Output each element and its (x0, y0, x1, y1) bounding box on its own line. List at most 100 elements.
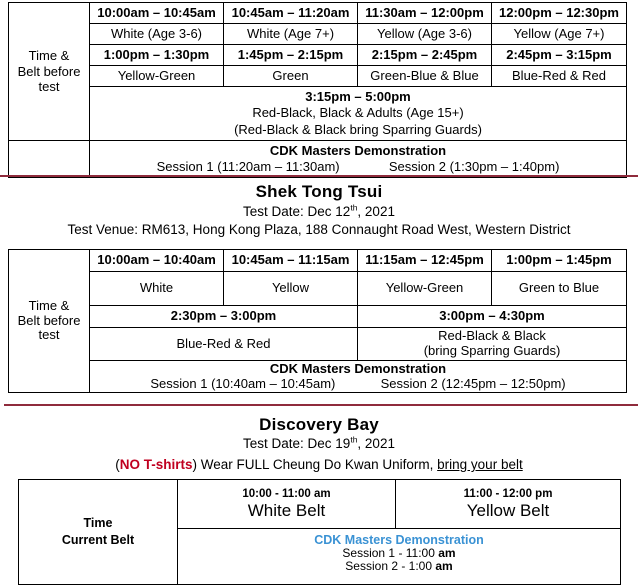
bring-belt-emphasis: bring your belt (437, 457, 523, 472)
belt-cell: Yellow-Green (357, 271, 492, 306)
time-cell: 2:30pm – 3:00pm (89, 305, 358, 328)
section3-row-header: Time Current Belt (18, 479, 178, 585)
belt-cell: Green (223, 65, 358, 87)
test-date-year: , 2021 (357, 204, 395, 219)
slot-belt: White Belt (247, 500, 326, 520)
demo-title: CDK Masters Demonstration (269, 142, 447, 158)
belt-cell: Blue-Red & Red (89, 327, 358, 361)
time-cell: 12:00pm – 12:30pm (491, 2, 627, 24)
demo-session-2-meridiem: am (435, 559, 453, 574)
slot-belt: Yellow Belt (466, 500, 550, 520)
belt-cell-line-2: (bring Sparring Guards) (423, 343, 561, 358)
test-date-year: , 2021 (357, 436, 395, 451)
belt-cell: Yellow-Green (89, 65, 224, 87)
demo-session-2-text: Session 2 - 1:00 (345, 559, 436, 574)
time-cell: 10:00am – 10:45am (89, 2, 224, 24)
row-header-line-1: Time & (28, 47, 70, 63)
table-row: Time Current Belt 10:00 - 11:00 am White… (18, 479, 621, 585)
belt-cell: White (Age 7+) (223, 23, 358, 45)
belt-cell: Red-Black & Black (bring Sparring Guards… (357, 327, 627, 361)
section3-uniform-note: (NO T-shirts) Wear FULL Cheung Do Kwan U… (0, 457, 638, 472)
page-corner-artifact (0, 0, 7, 7)
time-cell: 2:15pm – 2:45pm (357, 44, 492, 66)
time-cell: 10:45am – 11:15am (223, 249, 358, 272)
section-divider-1 (0, 175, 638, 177)
late-session-time: 3:15pm – 5:00pm (305, 89, 411, 104)
empty-cell (8, 139, 90, 179)
belt-cell: Yellow (223, 271, 358, 306)
time-cell: 1:00pm – 1:30pm (89, 44, 224, 66)
row-header-line-1: Time & (28, 298, 70, 314)
section1-schedule-table: Time & Belt before test 10:00am – 10:45a… (8, 2, 627, 179)
section-divider-2 (4, 404, 638, 406)
section3-schedule-table: Time Current Belt 10:00 - 11:00 am White… (18, 479, 621, 585)
section2-row-header: Time & Belt before test (8, 248, 90, 394)
section2-header: Shek Tong Tsui Test Date: Dec 12th, 2021… (0, 182, 638, 237)
row-header-line-3: test (38, 79, 60, 95)
section2-schedule-table: Time & Belt before test 10:00am – 10:40a… (8, 248, 627, 394)
belt-cell: Yellow (Age 3-6) (357, 23, 492, 45)
table-row: 1:00pm – 1:30pm 1:45pm – 2:15pm 2:15pm –… (9, 44, 627, 66)
demo-session-1-text: Session 1 - 11:00 (342, 546, 439, 560)
table-row: 2:30pm – 3:00pm 3:00pm – 4:30pm (9, 305, 627, 328)
demo-session-1-meridiem: am (438, 546, 456, 560)
table-row: White Yellow Yellow-Green Green to Blue (9, 271, 627, 306)
test-date-text: Test Date: Dec 19 (243, 436, 351, 451)
belt-cell: Blue-Red & Red (491, 65, 627, 87)
demo-session-1: Session 1 (10:40am – 10:45am) (150, 375, 336, 391)
time-cell: 1:00pm – 1:45pm (491, 249, 627, 272)
section3-demo-block: CDK Masters Demonstration Session 1 - 11… (177, 528, 621, 585)
slot-time: 10:00 - 11:00 am (242, 488, 331, 501)
row-header-line-2: Belt before (17, 63, 81, 79)
row-header-line-2: Current Belt (61, 533, 135, 547)
slot-time: 11:00 - 12:00 pm (463, 488, 553, 501)
section1-demo-block: CDK Masters Demonstration Session 1 (11:… (89, 139, 627, 179)
table-row: CDK Masters Demonstration Session 1 (10:… (9, 359, 627, 394)
table-row: White (Age 3-6) White (Age 7+) Yellow (A… (9, 23, 627, 45)
belt-cell: Yellow (Age 7+) (491, 23, 627, 45)
section3-test-date: Test Date: Dec 19th, 2021 (0, 435, 638, 451)
belt-cell: White (89, 271, 224, 306)
section2-title: Shek Tong Tsui (255, 182, 383, 201)
row-header-line-3: test (38, 327, 60, 343)
row-header-line-2: Belt before (17, 312, 81, 328)
belt-cell: Green to Blue (491, 271, 627, 306)
table-row: Time & Belt before test 10:00am – 10:45a… (8, 2, 627, 141)
demo-title: CDK Masters Demonstration (314, 533, 484, 547)
section2-venue: Test Venue: RM613, Hong Kong Plaza, 188 … (67, 222, 571, 237)
demo-session-1: Session 1 - 11:00 am (180, 546, 618, 560)
late-session-note: (Red-Black & Black bring Sparring Guards… (234, 121, 482, 137)
section3-header: Discovery Bay Test Date: Dec 19th, 2021 … (0, 415, 638, 472)
section2-test-date: Test Date: Dec 12th, 2021 (0, 203, 638, 219)
belt-cell-line-1: Red-Black & Black (438, 328, 546, 344)
table-row: Blue-Red & Red Red-Black & Black (bring … (9, 327, 627, 361)
demo-session-1: Session 1 (11:20am – 11:30am) (156, 159, 340, 174)
slot-cell: 10:00 - 11:00 am White Belt (177, 479, 396, 529)
table-row: Yellow-Green Green Green-Blue & Blue Blu… (9, 65, 627, 87)
time-cell: 11:30am – 12:00pm (357, 2, 492, 24)
demo-title: CDK Masters Demonstration (269, 361, 447, 376)
section1-row-header: Time & Belt before test (8, 2, 90, 141)
slot-cell: 11:00 - 12:00 pm Yellow Belt (395, 479, 621, 529)
table-row: CDK Masters Demonstration Session 1 (11:… (8, 139, 627, 179)
time-cell: 3:00pm – 4:30pm (357, 305, 627, 328)
no-tshirts-warning: NO T-shirts (119, 457, 193, 472)
section3-title: Discovery Bay (259, 415, 379, 434)
time-cell: 10:00am – 10:40am (89, 249, 224, 272)
test-date-text: Test Date: Dec 12 (243, 204, 351, 219)
table-row: 3:15pm – 5:00pm Red-Black, Black & Adult… (9, 86, 627, 141)
row-header-line-1: Time (83, 516, 113, 531)
section2-demo-block: CDK Masters Demonstration Session 1 (10:… (89, 359, 627, 394)
note-middle-text: ) Wear FULL Cheung Do Kwan Uniform, (192, 457, 438, 472)
demo-session-2: Session 2 (1:30pm – 1:40pm) (388, 159, 560, 174)
demo-session-2: Session 2 (12:45pm – 12:50pm) (380, 375, 566, 391)
time-cell: 11:15am – 12:45pm (357, 249, 492, 272)
belt-cell: Green-Blue & Blue (357, 65, 492, 87)
late-session-block: 3:15pm – 5:00pm Red-Black, Black & Adult… (89, 86, 627, 141)
time-cell: 2:45pm – 3:15pm (491, 44, 627, 66)
belt-cell: White (Age 3-6) (89, 23, 224, 45)
table-row: Time & Belt before test 10:00am – 10:40a… (8, 248, 627, 394)
time-cell: 10:45am – 11:20am (223, 2, 358, 24)
demo-session-2: Session 2 - 1:00 am (180, 560, 618, 573)
schedule-page: Time & Belt before test 10:00am – 10:45a… (0, 0, 638, 585)
